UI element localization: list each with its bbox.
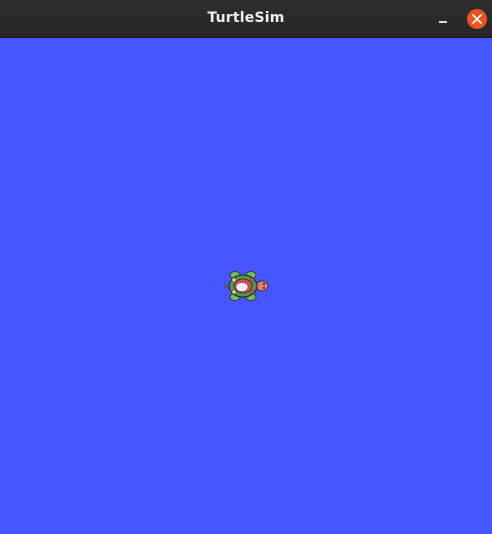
turtlesim-window: TurtleSim [0, 0, 492, 534]
window-titlebar[interactable]: TurtleSim [0, 0, 492, 38]
window-title: TurtleSim [207, 10, 285, 26]
close-button[interactable] [467, 9, 487, 29]
minimize-button[interactable] [434, 11, 452, 27]
close-icon [472, 14, 482, 24]
minimize-icon [439, 21, 447, 23]
turtle-icon [224, 271, 269, 301]
turtlesim-canvas [0, 38, 492, 534]
